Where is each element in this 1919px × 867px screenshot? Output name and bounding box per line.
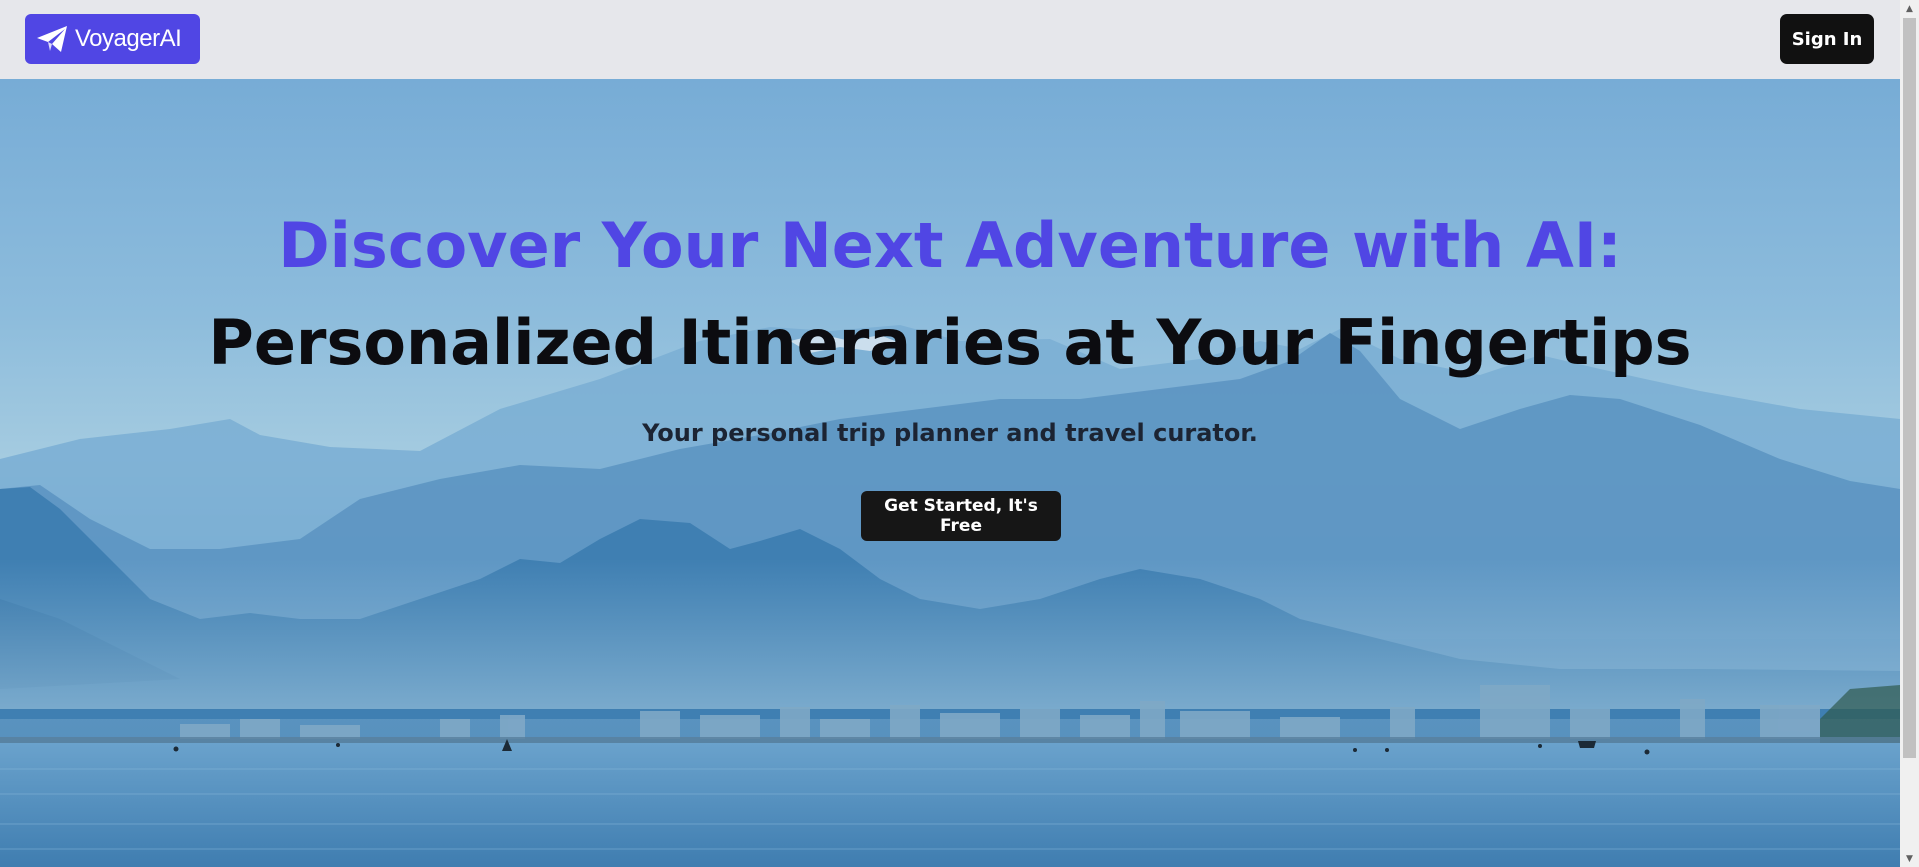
hero-headline-accent: Discover Your Next Adventure with AI: — [278, 209, 1622, 282]
triangle-down-icon[interactable]: ▼ — [1900, 850, 1919, 867]
page: VoyagerAI Sign In Discover Your Next Adv… — [0, 0, 1900, 867]
hero-section: Discover Your Next Adventure with AI: Pe… — [0, 79, 1900, 867]
hero-headline: Personalized Itineraries at Your Fingert… — [208, 306, 1692, 379]
hero-background-image — [0, 325, 1900, 867]
get-started-button[interactable]: Get Started, It's Free — [861, 491, 1061, 541]
scrollbar-thumb[interactable] — [1903, 18, 1916, 758]
hero-subtitle: Your personal trip planner and travel cu… — [642, 419, 1258, 447]
sign-in-button[interactable]: Sign In — [1780, 14, 1874, 64]
brand-logo[interactable]: VoyagerAI — [25, 14, 200, 64]
triangle-up-icon[interactable]: ▲ — [1900, 0, 1919, 17]
vertical-scrollbar[interactable]: ▲ ▼ — [1900, 0, 1919, 867]
brand-name: VoyagerAI — [75, 25, 182, 52]
paper-plane-icon — [35, 24, 69, 54]
top-nav: VoyagerAI Sign In — [0, 0, 1900, 79]
